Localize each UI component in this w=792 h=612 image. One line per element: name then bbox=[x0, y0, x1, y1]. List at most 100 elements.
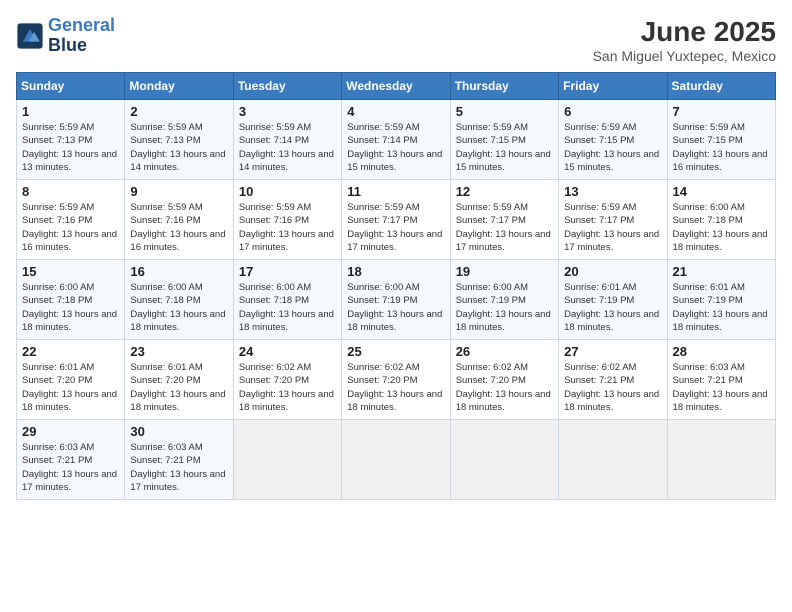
day-info: Sunrise: 5:59 AM Sunset: 7:16 PM Dayligh… bbox=[239, 201, 336, 254]
calendar-cell: 28 Sunrise: 6:03 AM Sunset: 7:21 PM Dayl… bbox=[667, 340, 775, 420]
day-info: Sunrise: 5:59 AM Sunset: 7:16 PM Dayligh… bbox=[130, 201, 227, 254]
day-info: Sunrise: 5:59 AM Sunset: 7:16 PM Dayligh… bbox=[22, 201, 119, 254]
day-info: Sunrise: 6:03 AM Sunset: 7:21 PM Dayligh… bbox=[22, 441, 119, 494]
day-number: 11 bbox=[347, 184, 444, 199]
calendar-cell: 17 Sunrise: 6:00 AM Sunset: 7:18 PM Dayl… bbox=[233, 260, 341, 340]
calendar-cell: 13 Sunrise: 5:59 AM Sunset: 7:17 PM Dayl… bbox=[559, 180, 667, 260]
calendar-cell: 7 Sunrise: 5:59 AM Sunset: 7:15 PM Dayli… bbox=[667, 100, 775, 180]
calendar-week-row: 15 Sunrise: 6:00 AM Sunset: 7:18 PM Dayl… bbox=[17, 260, 776, 340]
calendar-cell bbox=[233, 420, 341, 500]
calendar-cell: 5 Sunrise: 5:59 AM Sunset: 7:15 PM Dayli… bbox=[450, 100, 558, 180]
day-number: 18 bbox=[347, 264, 444, 279]
calendar-cell: 16 Sunrise: 6:00 AM Sunset: 7:18 PM Dayl… bbox=[125, 260, 233, 340]
header: General Blue June 2025 San Miguel Yuxtep… bbox=[16, 16, 776, 64]
calendar-week-row: 29 Sunrise: 6:03 AM Sunset: 7:21 PM Dayl… bbox=[17, 420, 776, 500]
day-header-thursday: Thursday bbox=[450, 73, 558, 100]
day-info: Sunrise: 6:03 AM Sunset: 7:21 PM Dayligh… bbox=[673, 361, 770, 414]
logo-text: General Blue bbox=[48, 16, 115, 56]
calendar-cell: 15 Sunrise: 6:00 AM Sunset: 7:18 PM Dayl… bbox=[17, 260, 125, 340]
day-number: 1 bbox=[22, 104, 119, 119]
month-year: June 2025 bbox=[593, 16, 776, 48]
day-info: Sunrise: 5:59 AM Sunset: 7:13 PM Dayligh… bbox=[22, 121, 119, 174]
location: San Miguel Yuxtepec, Mexico bbox=[593, 48, 776, 64]
day-info: Sunrise: 6:03 AM Sunset: 7:21 PM Dayligh… bbox=[130, 441, 227, 494]
day-number: 4 bbox=[347, 104, 444, 119]
day-info: Sunrise: 5:59 AM Sunset: 7:17 PM Dayligh… bbox=[347, 201, 444, 254]
day-header-friday: Friday bbox=[559, 73, 667, 100]
day-info: Sunrise: 5:59 AM Sunset: 7:15 PM Dayligh… bbox=[673, 121, 770, 174]
day-number: 6 bbox=[564, 104, 661, 119]
day-number: 2 bbox=[130, 104, 227, 119]
calendar-cell: 11 Sunrise: 5:59 AM Sunset: 7:17 PM Dayl… bbox=[342, 180, 450, 260]
day-info: Sunrise: 5:59 AM Sunset: 7:13 PM Dayligh… bbox=[130, 121, 227, 174]
calendar-cell: 26 Sunrise: 6:02 AM Sunset: 7:20 PM Dayl… bbox=[450, 340, 558, 420]
calendar-cell: 1 Sunrise: 5:59 AM Sunset: 7:13 PM Dayli… bbox=[17, 100, 125, 180]
day-info: Sunrise: 6:00 AM Sunset: 7:18 PM Dayligh… bbox=[130, 281, 227, 334]
day-info: Sunrise: 5:59 AM Sunset: 7:17 PM Dayligh… bbox=[456, 201, 553, 254]
day-header-monday: Monday bbox=[125, 73, 233, 100]
calendar-cell: 2 Sunrise: 5:59 AM Sunset: 7:13 PM Dayli… bbox=[125, 100, 233, 180]
day-number: 5 bbox=[456, 104, 553, 119]
calendar-cell: 12 Sunrise: 5:59 AM Sunset: 7:17 PM Dayl… bbox=[450, 180, 558, 260]
calendar-cell bbox=[667, 420, 775, 500]
calendar-cell: 29 Sunrise: 6:03 AM Sunset: 7:21 PM Dayl… bbox=[17, 420, 125, 500]
day-number: 7 bbox=[673, 104, 770, 119]
calendar-cell bbox=[559, 420, 667, 500]
day-number: 13 bbox=[564, 184, 661, 199]
day-number: 15 bbox=[22, 264, 119, 279]
day-number: 20 bbox=[564, 264, 661, 279]
day-number: 10 bbox=[239, 184, 336, 199]
day-number: 12 bbox=[456, 184, 553, 199]
day-info: Sunrise: 6:01 AM Sunset: 7:20 PM Dayligh… bbox=[22, 361, 119, 414]
logo: General Blue bbox=[16, 16, 115, 56]
day-number: 3 bbox=[239, 104, 336, 119]
title-area: June 2025 San Miguel Yuxtepec, Mexico bbox=[593, 16, 776, 64]
day-info: Sunrise: 6:02 AM Sunset: 7:20 PM Dayligh… bbox=[347, 361, 444, 414]
day-info: Sunrise: 5:59 AM Sunset: 7:17 PM Dayligh… bbox=[564, 201, 661, 254]
day-header-wednesday: Wednesday bbox=[342, 73, 450, 100]
day-number: 14 bbox=[673, 184, 770, 199]
day-number: 29 bbox=[22, 424, 119, 439]
calendar-cell: 18 Sunrise: 6:00 AM Sunset: 7:19 PM Dayl… bbox=[342, 260, 450, 340]
calendar-cell: 21 Sunrise: 6:01 AM Sunset: 7:19 PM Dayl… bbox=[667, 260, 775, 340]
day-number: 21 bbox=[673, 264, 770, 279]
day-info: Sunrise: 6:01 AM Sunset: 7:19 PM Dayligh… bbox=[564, 281, 661, 334]
calendar-cell: 8 Sunrise: 5:59 AM Sunset: 7:16 PM Dayli… bbox=[17, 180, 125, 260]
calendar-cell: 3 Sunrise: 5:59 AM Sunset: 7:14 PM Dayli… bbox=[233, 100, 341, 180]
calendar-week-row: 8 Sunrise: 5:59 AM Sunset: 7:16 PM Dayli… bbox=[17, 180, 776, 260]
calendar-cell: 24 Sunrise: 6:02 AM Sunset: 7:20 PM Dayl… bbox=[233, 340, 341, 420]
calendar-cell: 20 Sunrise: 6:01 AM Sunset: 7:19 PM Dayl… bbox=[559, 260, 667, 340]
calendar-cell: 4 Sunrise: 5:59 AM Sunset: 7:14 PM Dayli… bbox=[342, 100, 450, 180]
calendar-cell: 30 Sunrise: 6:03 AM Sunset: 7:21 PM Dayl… bbox=[125, 420, 233, 500]
day-info: Sunrise: 5:59 AM Sunset: 7:15 PM Dayligh… bbox=[564, 121, 661, 174]
calendar-cell: 25 Sunrise: 6:02 AM Sunset: 7:20 PM Dayl… bbox=[342, 340, 450, 420]
day-header-sunday: Sunday bbox=[17, 73, 125, 100]
day-number: 25 bbox=[347, 344, 444, 359]
calendar-cell: 19 Sunrise: 6:00 AM Sunset: 7:19 PM Dayl… bbox=[450, 260, 558, 340]
day-header-tuesday: Tuesday bbox=[233, 73, 341, 100]
calendar-cell: 10 Sunrise: 5:59 AM Sunset: 7:16 PM Dayl… bbox=[233, 180, 341, 260]
day-info: Sunrise: 5:59 AM Sunset: 7:14 PM Dayligh… bbox=[347, 121, 444, 174]
calendar-table: SundayMondayTuesdayWednesdayThursdayFrid… bbox=[16, 72, 776, 500]
day-number: 17 bbox=[239, 264, 336, 279]
calendar-week-row: 1 Sunrise: 5:59 AM Sunset: 7:13 PM Dayli… bbox=[17, 100, 776, 180]
day-info: Sunrise: 5:59 AM Sunset: 7:14 PM Dayligh… bbox=[239, 121, 336, 174]
day-info: Sunrise: 6:00 AM Sunset: 7:19 PM Dayligh… bbox=[456, 281, 553, 334]
day-header-saturday: Saturday bbox=[667, 73, 775, 100]
day-number: 24 bbox=[239, 344, 336, 359]
calendar-cell: 6 Sunrise: 5:59 AM Sunset: 7:15 PM Dayli… bbox=[559, 100, 667, 180]
calendar-cell bbox=[450, 420, 558, 500]
calendar-week-row: 22 Sunrise: 6:01 AM Sunset: 7:20 PM Dayl… bbox=[17, 340, 776, 420]
day-number: 30 bbox=[130, 424, 227, 439]
calendar-cell: 9 Sunrise: 5:59 AM Sunset: 7:16 PM Dayli… bbox=[125, 180, 233, 260]
day-info: Sunrise: 6:02 AM Sunset: 7:20 PM Dayligh… bbox=[239, 361, 336, 414]
day-number: 19 bbox=[456, 264, 553, 279]
day-info: Sunrise: 5:59 AM Sunset: 7:15 PM Dayligh… bbox=[456, 121, 553, 174]
day-info: Sunrise: 6:00 AM Sunset: 7:18 PM Dayligh… bbox=[673, 201, 770, 254]
logo-icon bbox=[16, 22, 44, 50]
day-number: 23 bbox=[130, 344, 227, 359]
day-info: Sunrise: 6:02 AM Sunset: 7:21 PM Dayligh… bbox=[564, 361, 661, 414]
day-number: 26 bbox=[456, 344, 553, 359]
day-number: 22 bbox=[22, 344, 119, 359]
day-info: Sunrise: 6:01 AM Sunset: 7:20 PM Dayligh… bbox=[130, 361, 227, 414]
